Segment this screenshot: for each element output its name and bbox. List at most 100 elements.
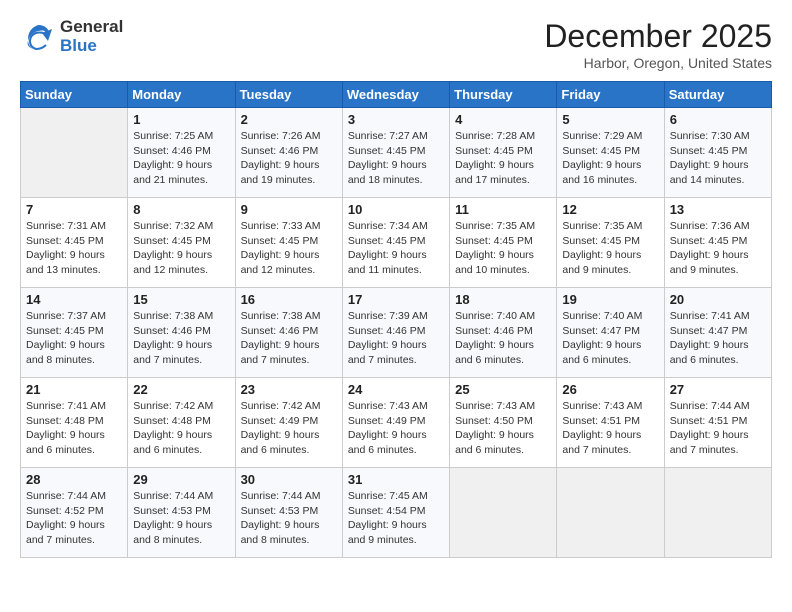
day-info: Sunrise: 7:27 AM Sunset: 4:45 PM Dayligh… [348, 129, 444, 188]
day-info: Sunrise: 7:30 AM Sunset: 4:45 PM Dayligh… [670, 129, 766, 188]
calendar-cell: 22 Sunrise: 7:42 AM Sunset: 4:48 PM Dayli… [128, 378, 235, 468]
calendar-cell: 12 Sunrise: 7:35 AM Sunset: 4:45 PM Dayli… [557, 198, 664, 288]
day-info: Sunrise: 7:25 AM Sunset: 4:46 PM Dayligh… [133, 129, 229, 188]
weekday-header-monday: Monday [128, 82, 235, 108]
day-number: 16 [241, 292, 337, 307]
page: General Blue December 2025 Harbor, Orego… [0, 0, 792, 612]
day-info: Sunrise: 7:40 AM Sunset: 4:46 PM Dayligh… [455, 309, 551, 368]
day-number: 5 [562, 112, 658, 127]
calendar-cell: 29Sunrise: 7:44 AM Sunset: 4:53 PM Dayli… [128, 468, 235, 558]
day-number: 3 [348, 112, 444, 127]
day-number: 1 [133, 112, 229, 127]
day-info: Sunrise: 7:31 AM Sunset: 4:45 PM Dayligh… [26, 219, 122, 278]
calendar-cell [450, 468, 557, 558]
day-info: Sunrise: 7:35 AM Sunset: 4:45 PM Dayligh… [455, 219, 551, 278]
day-info: Sunrise: 7:34 AM Sunset: 4:45 PM Dayligh… [348, 219, 444, 278]
week-row-4: 21 Sunrise: 7:41 AM Sunset: 4:48 PM Dayli… [21, 378, 772, 468]
weekday-header-wednesday: Wednesday [342, 82, 449, 108]
day-number: 12 [562, 202, 658, 217]
calendar-cell: 14Sunrise: 7:37 AM Sunset: 4:45 PM Dayli… [21, 288, 128, 378]
day-info: Sunrise: 7:28 AM Sunset: 4:45 PM Dayligh… [455, 129, 551, 188]
calendar-cell: 3 Sunrise: 7:27 AM Sunset: 4:45 PM Daylig… [342, 108, 449, 198]
day-number: 21 [26, 382, 122, 397]
day-info: Sunrise: 7:44 AM Sunset: 4:53 PM Dayligh… [133, 489, 229, 548]
logo-blue: Blue [60, 37, 123, 56]
day-number: 13 [670, 202, 766, 217]
logo: General Blue [20, 18, 123, 55]
day-number: 7 [26, 202, 122, 217]
day-number: 11 [455, 202, 551, 217]
calendar-cell: 8 Sunrise: 7:32 AM Sunset: 4:45 PM Daylig… [128, 198, 235, 288]
day-number: 18 [455, 292, 551, 307]
logo-text: General Blue [60, 18, 123, 55]
calendar-cell: 9Sunrise: 7:33 AM Sunset: 4:45 PM Daylig… [235, 198, 342, 288]
day-info: Sunrise: 7:43 AM Sunset: 4:50 PM Dayligh… [455, 399, 551, 458]
day-number: 22 [133, 382, 229, 397]
calendar-cell: 19Sunrise: 7:40 AM Sunset: 4:47 PM Dayli… [557, 288, 664, 378]
calendar-table: SundayMondayTuesdayWednesdayThursdayFrid… [20, 81, 772, 558]
day-info: Sunrise: 7:39 AM Sunset: 4:46 PM Dayligh… [348, 309, 444, 368]
day-number: 25 [455, 382, 551, 397]
day-number: 23 [241, 382, 337, 397]
day-number: 8 [133, 202, 229, 217]
day-info: Sunrise: 7:38 AM Sunset: 4:46 PM Dayligh… [133, 309, 229, 368]
calendar-cell: 4 Sunrise: 7:28 AM Sunset: 4:45 PM Daylig… [450, 108, 557, 198]
day-info: Sunrise: 7:41 AM Sunset: 4:47 PM Dayligh… [670, 309, 766, 368]
day-number: 4 [455, 112, 551, 127]
day-info: Sunrise: 7:42 AM Sunset: 4:49 PM Dayligh… [241, 399, 337, 458]
day-info: Sunrise: 7:44 AM Sunset: 4:52 PM Dayligh… [26, 489, 122, 548]
day-info: Sunrise: 7:42 AM Sunset: 4:48 PM Dayligh… [133, 399, 229, 458]
calendar-cell: 16 Sunrise: 7:38 AM Sunset: 4:46 PM Dayli… [235, 288, 342, 378]
day-info: Sunrise: 7:38 AM Sunset: 4:46 PM Dayligh… [241, 309, 337, 368]
calendar-cell: 1 Sunrise: 7:25 AM Sunset: 4:46 PM Daylig… [128, 108, 235, 198]
calendar-cell: 25 Sunrise: 7:43 AM Sunset: 4:50 PM Dayli… [450, 378, 557, 468]
calendar-cell: 2Sunrise: 7:26 AM Sunset: 4:46 PM Daylig… [235, 108, 342, 198]
day-info: Sunrise: 7:32 AM Sunset: 4:45 PM Dayligh… [133, 219, 229, 278]
day-info: Sunrise: 7:35 AM Sunset: 4:45 PM Dayligh… [562, 219, 658, 278]
calendar-cell: 26 Sunrise: 7:43 AM Sunset: 4:51 PM Dayli… [557, 378, 664, 468]
day-number: 20 [670, 292, 766, 307]
day-number: 6 [670, 112, 766, 127]
calendar-cell: 7 Sunrise: 7:31 AM Sunset: 4:45 PM Daylig… [21, 198, 128, 288]
logo-icon [20, 19, 56, 55]
calendar-cell: 5 Sunrise: 7:29 AM Sunset: 4:45 PM Daylig… [557, 108, 664, 198]
weekday-header-sunday: Sunday [21, 82, 128, 108]
day-info: Sunrise: 7:43 AM Sunset: 4:51 PM Dayligh… [562, 399, 658, 458]
calendar-cell: 11 Sunrise: 7:35 AM Sunset: 4:45 PM Dayli… [450, 198, 557, 288]
day-info: Sunrise: 7:44 AM Sunset: 4:51 PM Dayligh… [670, 399, 766, 458]
week-row-2: 7 Sunrise: 7:31 AM Sunset: 4:45 PM Daylig… [21, 198, 772, 288]
calendar-cell: 6 Sunrise: 7:30 AM Sunset: 4:45 PM Daylig… [664, 108, 771, 198]
calendar-cell: 18 Sunrise: 7:40 AM Sunset: 4:46 PM Dayli… [450, 288, 557, 378]
day-info: Sunrise: 7:45 AM Sunset: 4:54 PM Dayligh… [348, 489, 444, 548]
day-number: 30 [241, 472, 337, 487]
calendar-cell: 28 Sunrise: 7:44 AM Sunset: 4:52 PM Dayli… [21, 468, 128, 558]
calendar-cell [557, 468, 664, 558]
day-number: 2 [241, 112, 337, 127]
day-number: 26 [562, 382, 658, 397]
calendar-cell: 10 Sunrise: 7:34 AM Sunset: 4:45 PM Dayli… [342, 198, 449, 288]
calendar-cell [664, 468, 771, 558]
calendar-cell: 13 Sunrise: 7:36 AM Sunset: 4:45 PM Dayli… [664, 198, 771, 288]
day-number: 15 [133, 292, 229, 307]
calendar-cell: 23 Sunrise: 7:42 AM Sunset: 4:49 PM Dayli… [235, 378, 342, 468]
calendar-cell: 30Sunrise: 7:44 AM Sunset: 4:53 PM Dayli… [235, 468, 342, 558]
week-row-1: 1 Sunrise: 7:25 AM Sunset: 4:46 PM Daylig… [21, 108, 772, 198]
weekday-header-tuesday: Tuesday [235, 82, 342, 108]
weekday-header-thursday: Thursday [450, 82, 557, 108]
day-number: 10 [348, 202, 444, 217]
day-info: Sunrise: 7:41 AM Sunset: 4:48 PM Dayligh… [26, 399, 122, 458]
day-number: 28 [26, 472, 122, 487]
day-number: 14 [26, 292, 122, 307]
calendar-cell: 15 Sunrise: 7:38 AM Sunset: 4:46 PM Dayli… [128, 288, 235, 378]
calendar-cell: 24Sunrise: 7:43 AM Sunset: 4:49 PM Dayli… [342, 378, 449, 468]
calendar-cell: 20 Sunrise: 7:41 AM Sunset: 4:47 PM Dayli… [664, 288, 771, 378]
day-number: 19 [562, 292, 658, 307]
day-number: 17 [348, 292, 444, 307]
calendar-cell [21, 108, 128, 198]
calendar-header-row: SundayMondayTuesdayWednesdayThursdayFrid… [21, 82, 772, 108]
day-info: Sunrise: 7:29 AM Sunset: 4:45 PM Dayligh… [562, 129, 658, 188]
calendar-title: December 2025 [544, 18, 772, 55]
day-number: 31 [348, 472, 444, 487]
day-info: Sunrise: 7:43 AM Sunset: 4:49 PM Dayligh… [348, 399, 444, 458]
day-info: Sunrise: 7:36 AM Sunset: 4:45 PM Dayligh… [670, 219, 766, 278]
